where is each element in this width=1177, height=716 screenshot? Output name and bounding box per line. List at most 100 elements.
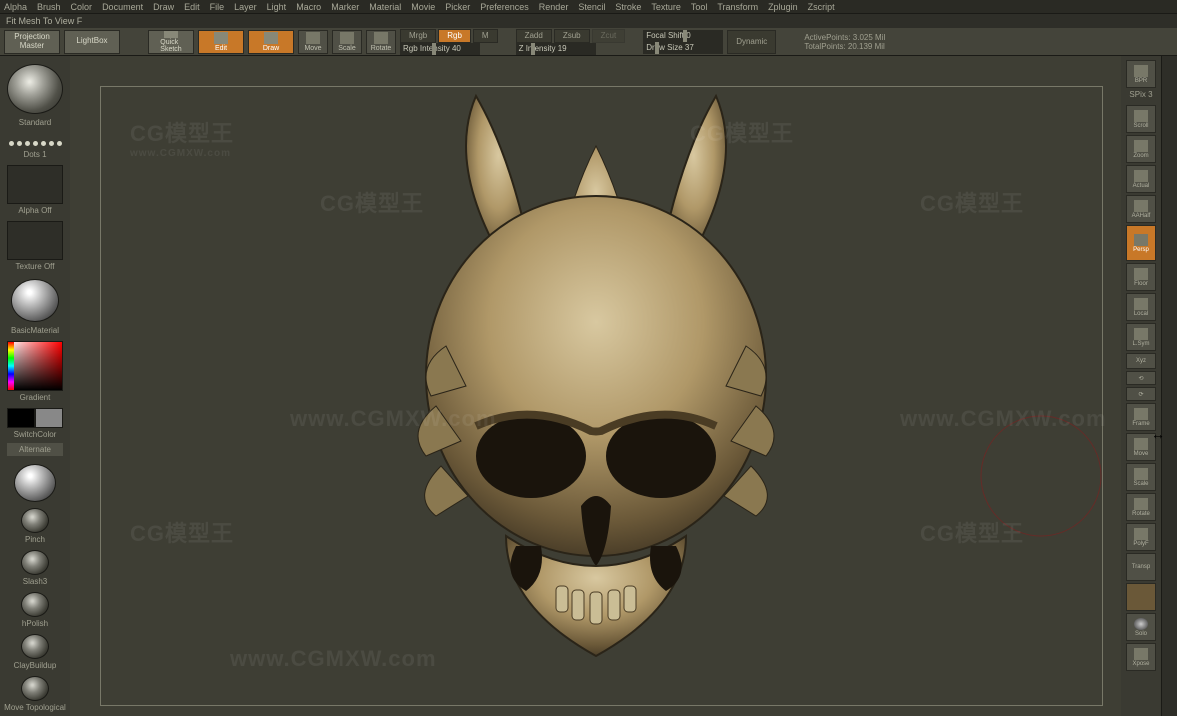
transp-button[interactable]: Transp	[1126, 553, 1156, 581]
xpose-icon	[1134, 648, 1148, 660]
draw-button[interactable]: Draw	[248, 30, 294, 54]
lsym-button[interactable]: L.Sym	[1126, 323, 1156, 351]
menu-file[interactable]: File	[210, 2, 225, 12]
nav-scale-button[interactable]: Scale	[1126, 463, 1156, 491]
lightbox-button[interactable]: LightBox	[64, 30, 120, 54]
menu-movie[interactable]: Movie	[411, 2, 435, 12]
zadd-toggle[interactable]: Zadd	[516, 29, 552, 43]
menu-material[interactable]: Material	[369, 2, 401, 12]
mrgb-toggle[interactable]: Mrgb	[400, 29, 436, 43]
polyf-button[interactable]: PolyF	[1126, 523, 1156, 551]
zsub-toggle[interactable]: Zsub	[554, 29, 590, 43]
projection-master-button[interactable]: Projection Master	[4, 30, 60, 54]
solo-button[interactable]: Solo	[1126, 613, 1156, 641]
tray-handle[interactable]	[1161, 56, 1177, 716]
solo-icon	[1134, 618, 1148, 630]
menu-preferences[interactable]: Preferences	[480, 2, 529, 12]
frame-icon	[1134, 408, 1148, 420]
brush-preset-hpolish-label: hPolish	[22, 619, 48, 628]
floor-icon	[1134, 268, 1148, 280]
focal-shift-slider[interactable]: Focal Shift 0	[643, 30, 723, 42]
persp-button[interactable]: Persp	[1126, 225, 1156, 261]
polyframe-icon	[1134, 528, 1148, 540]
alpha-slot[interactable]	[7, 165, 63, 204]
brush-preset-slash3[interactable]	[21, 550, 49, 575]
menu-stroke[interactable]: Stroke	[615, 2, 641, 12]
main-color-swatch[interactable]	[7, 408, 35, 428]
nav-rotate-button[interactable]: Rotate	[1126, 493, 1156, 521]
rotate-nav-icon	[1134, 498, 1148, 510]
brush-preset-claybuildup[interactable]	[21, 634, 49, 659]
secondary-color-swatch[interactable]	[35, 408, 63, 428]
canvas-area[interactable]: CG模型王www.CGMXW.com CG模型王 CG模型王 CG模型王 www…	[70, 56, 1121, 716]
menu-edit[interactable]: Edit	[184, 2, 200, 12]
aahalf-button[interactable]: AAHalf	[1126, 195, 1156, 223]
m-toggle[interactable]: M	[473, 29, 498, 43]
menu-brush[interactable]: Brush	[37, 2, 61, 12]
brush-preset-movetopo[interactable]	[21, 676, 49, 701]
scroll-button[interactable]: Scroll	[1126, 105, 1156, 133]
bpr-button[interactable]: BPR	[1126, 60, 1156, 88]
zoom-button[interactable]: Zoom	[1126, 135, 1156, 163]
rotate-button[interactable]: Rotate	[366, 30, 396, 54]
menu-texture[interactable]: Texture	[651, 2, 681, 12]
menu-macro[interactable]: Macro	[296, 2, 321, 12]
gradient-label[interactable]: Gradient	[20, 393, 51, 402]
draw-size-slider[interactable]: Draw Size 37	[643, 42, 723, 54]
menu-zplugin[interactable]: Zplugin	[768, 2, 798, 12]
move-button[interactable]: Move	[298, 30, 328, 54]
menu-alpha[interactable]: Alpha	[4, 2, 27, 12]
zcut-toggle[interactable]: Zcut	[592, 29, 626, 43]
color-picker[interactable]	[7, 341, 63, 391]
rot-z-button[interactable]: ⟳	[1126, 387, 1156, 401]
menu-transform[interactable]: Transform	[717, 2, 758, 12]
material-thumbnail[interactable]	[11, 279, 59, 322]
menu-light[interactable]: Light	[267, 2, 287, 12]
dynamic-toggle[interactable]: Dynamic	[727, 30, 776, 54]
edit-icon	[214, 32, 228, 44]
edit-button[interactable]: Edit	[198, 30, 244, 54]
alternate-button[interactable]: Alternate	[7, 443, 63, 456]
z-intensity-slider[interactable]: Z Intensity 19	[516, 43, 596, 55]
nav-move-button[interactable]: Move	[1126, 433, 1156, 461]
menu-draw[interactable]: Draw	[153, 2, 174, 12]
brush-thumbnail[interactable]	[7, 64, 63, 114]
menu-color[interactable]: Color	[71, 2, 93, 12]
menu-document[interactable]: Document	[102, 2, 143, 12]
sculpt-model[interactable]	[356, 86, 836, 686]
menu-stencil[interactable]: Stencil	[578, 2, 605, 12]
sketch-icon	[164, 31, 178, 38]
toolbar: Projection Master LightBox Quick Sketch …	[0, 28, 1177, 56]
spix-label[interactable]: SPix 3	[1129, 90, 1152, 99]
brush-preset-hpolish[interactable]	[21, 592, 49, 617]
scroll-icon	[1134, 110, 1148, 122]
active-points-readout: ActivePoints: 3.025 Mil	[804, 33, 885, 42]
frame-button[interactable]: Frame	[1126, 403, 1156, 431]
ghost-button[interactable]	[1126, 583, 1156, 611]
xpose-button[interactable]: Xpose	[1126, 643, 1156, 671]
menu-marker[interactable]: Marker	[331, 2, 359, 12]
rgb-toggle[interactable]: Rgb	[438, 29, 471, 43]
local-button[interactable]: Local	[1126, 293, 1156, 321]
menu-bar: Alpha Brush Color Document Draw Edit Fil…	[0, 0, 1177, 14]
switch-color-button[interactable]: SwitchColor	[14, 430, 57, 439]
menu-render[interactable]: Render	[539, 2, 569, 12]
menu-tool[interactable]: Tool	[691, 2, 708, 12]
xyz-button[interactable]: Xyz	[1126, 353, 1156, 369]
menu-zscript[interactable]: Zscript	[808, 2, 835, 12]
menu-picker[interactable]: Picker	[445, 2, 470, 12]
rot-y-button[interactable]: ⟲	[1126, 371, 1156, 385]
quick-sketch-button[interactable]: Quick Sketch	[148, 30, 194, 54]
preview-ball[interactable]	[14, 464, 56, 501]
actual-icon	[1134, 170, 1148, 182]
menu-layer[interactable]: Layer	[234, 2, 257, 12]
brush-preset-slash3-label: Slash3	[23, 577, 47, 586]
stroke-icon[interactable]	[9, 141, 62, 146]
rgb-intensity-slider[interactable]: Rgb Intensity 40	[400, 43, 480, 55]
brush-preset-pinch[interactable]	[21, 508, 49, 533]
actual-button[interactable]: Actual	[1126, 165, 1156, 193]
floor-button[interactable]: Floor	[1126, 263, 1156, 291]
material-name-label: BasicMaterial	[11, 326, 59, 335]
texture-slot[interactable]	[7, 221, 63, 260]
scale-button[interactable]: Scale	[332, 30, 362, 54]
